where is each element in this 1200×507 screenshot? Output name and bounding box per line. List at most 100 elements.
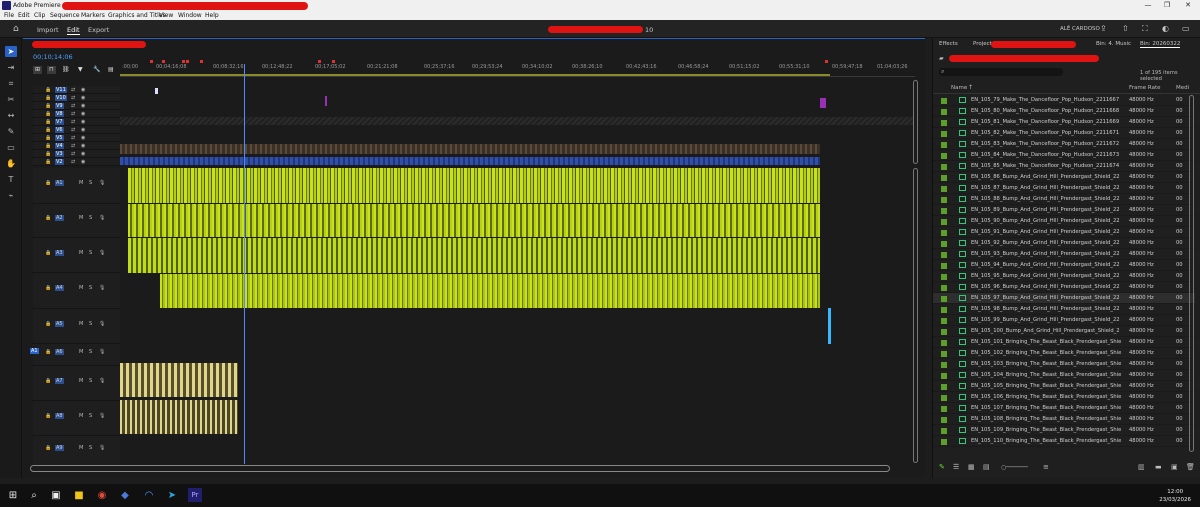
track-name[interactable]: A8 — [55, 412, 64, 419]
track-name[interactable]: V11 — [55, 87, 67, 93]
video-track-header[interactable]: 🔒 V2 ⇄ ◉ — [33, 158, 120, 166]
tab-bin-date[interactable]: Bin: 20260322 — [1140, 41, 1181, 48]
mute-button[interactable]: M — [79, 321, 83, 327]
label-color-swatch[interactable] — [941, 164, 947, 170]
menu-edit[interactable]: Edit — [18, 12, 30, 19]
track-name[interactable]: V6 — [55, 127, 64, 133]
label-color-swatch[interactable] — [941, 153, 947, 159]
tab-bin-music[interactable]: Bin: 4. Music — [1096, 41, 1131, 47]
list-item[interactable]: EN_105_105_Bringing_The_Beast_Black_Pren… — [933, 381, 1195, 392]
track-name[interactable]: V3 — [55, 151, 64, 157]
track-select-tool-icon[interactable]: ⇥ — [5, 62, 17, 73]
video-clip[interactable] — [325, 96, 327, 106]
list-item[interactable]: EN_105_94_Bump_And_Grind_Hill_Prendergas… — [933, 260, 1195, 271]
voiceover-mic-icon[interactable]: 🎙 — [99, 413, 105, 419]
timecode-display[interactable]: 00;10;14;06 — [33, 53, 73, 61]
minimize-button[interactable]: — — [1141, 1, 1155, 10]
video-track-header[interactable]: 🔒 V5 ⇄ ◉ — [33, 134, 120, 142]
premiere-taskbar-icon[interactable]: Pr — [188, 488, 202, 502]
marker[interactable] — [186, 60, 189, 63]
sticky-notes-icon[interactable]: ■ — [72, 488, 86, 502]
label-color-swatch[interactable] — [941, 384, 947, 390]
track-lock-icon[interactable]: 🔒 — [45, 321, 51, 327]
track-lock-icon[interactable]: 🔒 — [45, 445, 51, 451]
eye-icon[interactable]: ◉ — [81, 119, 85, 125]
label-color-swatch[interactable] — [941, 417, 947, 423]
new-bin-icon[interactable]: ▥ — [1138, 463, 1145, 471]
system-clock[interactable]: 12:00 23/03/2026 — [1159, 488, 1191, 504]
audio-track-header[interactable]: 🔒 A9 M S 🎙 — [33, 436, 120, 466]
task-view-icon[interactable]: ▣ — [49, 488, 63, 502]
label-color-swatch[interactable] — [941, 219, 947, 225]
selection-tool-icon[interactable]: ➤ — [5, 46, 17, 57]
windows-start-icon[interactable]: ⊞ — [6, 488, 20, 502]
audio-track-header[interactable]: 🔒 A4 M S 🎙 — [33, 273, 120, 309]
list-item[interactable]: EN_105_82_Make_The_Dancefloor_Pop_Hudson… — [933, 128, 1195, 139]
column-frame-rate[interactable]: Frame Rate — [1129, 85, 1161, 91]
playhead[interactable] — [244, 64, 245, 464]
marker[interactable] — [150, 60, 153, 63]
mute-button[interactable]: M — [79, 250, 83, 256]
settings-wrench-icon[interactable]: 🔧 — [93, 66, 100, 73]
solo-button[interactable]: S — [89, 321, 92, 327]
label-color-swatch[interactable] — [941, 230, 947, 236]
hand-tool-icon[interactable]: ✋ — [5, 158, 17, 169]
label-color-swatch[interactable] — [941, 109, 947, 115]
home-icon[interactable]: ⌂ — [13, 24, 19, 34]
sync-lock-icon[interactable]: ⇄ — [71, 135, 75, 141]
menu-view[interactable]: View — [159, 12, 173, 19]
video-track-header[interactable]: 🔒 V11 ⇄ ◉ — [33, 86, 120, 94]
source-patch-a1[interactable]: A1 — [30, 348, 39, 354]
track-name[interactable]: V8 — [55, 111, 64, 117]
column-name[interactable]: Name — [951, 85, 967, 91]
audio-clip-a4[interactable] — [160, 274, 820, 308]
list-item[interactable]: EN_105_97_Bump_And_Grind_Hill_Prendergas… — [933, 293, 1195, 304]
solo-button[interactable]: S — [89, 378, 92, 384]
track-lock-icon[interactable]: 🔒 — [45, 151, 51, 157]
video-track-header[interactable]: 🔒 V7 ⇄ ◉ — [33, 118, 120, 126]
razor-tool-icon[interactable]: ✂ — [5, 94, 17, 105]
list-item[interactable]: EN_105_107_Bringing_The_Beast_Black_Pren… — [933, 403, 1195, 414]
track-lock-icon[interactable]: 🔒 — [45, 378, 51, 384]
list-view-icon[interactable]: ☰ — [953, 463, 959, 471]
track-name[interactable]: V4 — [55, 143, 64, 149]
track-name[interactable]: A1 — [55, 180, 64, 186]
rectangle-tool-icon[interactable]: ▭ — [5, 142, 17, 153]
solo-button[interactable]: S — [89, 285, 92, 291]
label-color-swatch[interactable] — [941, 296, 947, 302]
list-item[interactable]: EN_105_81_Make_The_Dancefloor_Pop_Hudson… — [933, 117, 1195, 128]
tab-effects[interactable]: Effects — [939, 41, 958, 47]
list-item[interactable]: EN_105_88_Bump_And_Grind_Hill_Prendergas… — [933, 194, 1195, 205]
help-icon[interactable]: ◐ — [1162, 24, 1169, 33]
audio-scrollbar[interactable] — [913, 168, 918, 463]
list-item[interactable]: EN_105_93_Bump_And_Grind_Hill_Prendergas… — [933, 249, 1195, 260]
list-item[interactable]: EN_105_99_Bump_And_Grind_Hill_Prendergas… — [933, 315, 1195, 326]
new-item-folder-icon[interactable]: ▬ — [1155, 463, 1162, 471]
list-item[interactable]: EN_105_87_Bump_And_Grind_Hill_Prendergas… — [933, 183, 1195, 194]
marker[interactable] — [332, 60, 335, 63]
voiceover-mic-icon[interactable]: 🎙 — [99, 321, 105, 327]
sync-lock-icon[interactable]: ⇄ — [71, 87, 75, 93]
edit-tool-icon[interactable]: ⌁ — [5, 190, 17, 201]
snap-icon[interactable]: ⊓ — [47, 66, 56, 74]
menu-graphics-and-titles[interactable]: Graphics and Titles — [108, 12, 166, 19]
track-name[interactable]: V2 — [55, 159, 64, 165]
tab-import[interactable]: Import — [37, 26, 59, 34]
marker[interactable] — [825, 60, 828, 63]
track-name[interactable]: A3 — [55, 249, 64, 256]
audio-track-header[interactable]: 🔒 A5 M S 🎙 — [33, 309, 120, 344]
label-color-swatch[interactable] — [941, 406, 947, 412]
solo-button[interactable]: S — [89, 180, 92, 186]
marker[interactable] — [162, 60, 165, 63]
audio-clip-a8[interactable] — [120, 400, 238, 434]
timeline-horizontal-scrollbar[interactable] — [30, 465, 890, 472]
track-name[interactable]: A5 — [55, 320, 64, 327]
notifications-icon[interactable]: ▭ — [1182, 24, 1190, 33]
track-lock-icon[interactable]: 🔒 — [45, 143, 51, 149]
track-name[interactable]: V7 — [55, 119, 64, 125]
work-area-bar[interactable] — [120, 74, 830, 76]
track-lock-icon[interactable]: 🔒 — [45, 250, 51, 256]
label-color-swatch[interactable] — [941, 307, 947, 313]
new-item-icon[interactable]: ▣ — [1171, 463, 1178, 471]
track-lock-icon[interactable]: 🔒 — [45, 135, 51, 141]
